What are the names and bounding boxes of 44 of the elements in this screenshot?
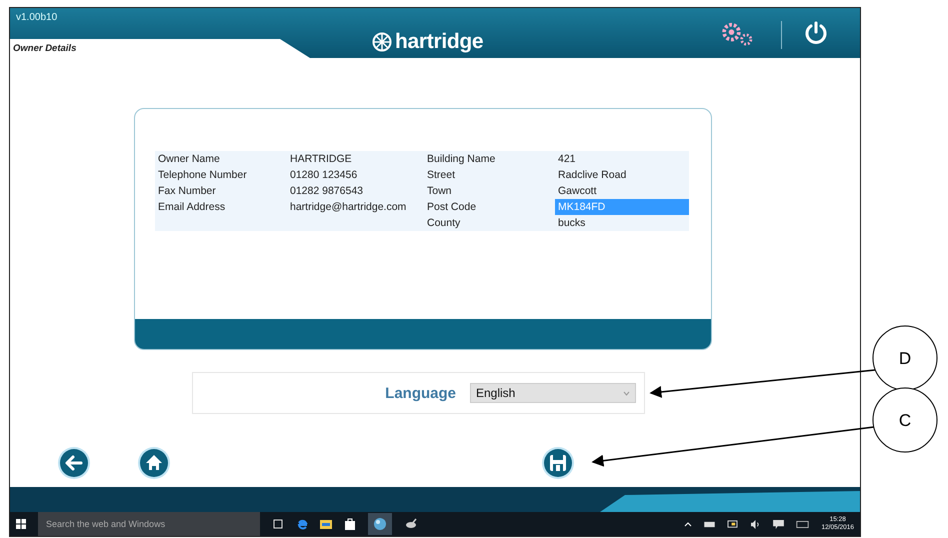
language-dropdown[interactable]: English bbox=[470, 383, 636, 403]
power-icon[interactable] bbox=[804, 21, 828, 45]
windows-start-icon[interactable] bbox=[16, 519, 26, 529]
field-label: Fax Number bbox=[157, 184, 217, 199]
callout-marker: C bbox=[872, 388, 938, 452]
page-title: Owner Details bbox=[13, 43, 76, 54]
field-label: Owner Name bbox=[157, 152, 221, 167]
version-label: v1.00b10 bbox=[16, 12, 58, 23]
field-value[interactable]: Gawcott bbox=[555, 183, 689, 199]
back-button[interactable] bbox=[57, 446, 91, 480]
field-label: Building Name bbox=[426, 152, 496, 167]
field-label: Town bbox=[426, 184, 453, 199]
field-label: Telephone Number bbox=[157, 168, 248, 183]
chevron-icon bbox=[623, 390, 630, 396]
field-label: Street bbox=[426, 168, 456, 183]
browser-icon[interactable] bbox=[296, 518, 308, 530]
language-label: Language bbox=[385, 384, 456, 402]
home-button[interactable] bbox=[137, 446, 171, 480]
keyboard-icon[interactable] bbox=[796, 520, 810, 528]
field-value[interactable]: 01282 9876543 bbox=[287, 183, 424, 199]
field-label: County bbox=[426, 216, 462, 231]
speaker-icon[interactable] bbox=[750, 520, 762, 528]
message-icon[interactable] bbox=[773, 520, 784, 528]
globe-icon[interactable] bbox=[368, 513, 392, 535]
shopping-bag-icon[interactable] bbox=[344, 518, 356, 530]
satellite-icon[interactable] bbox=[404, 517, 418, 531]
save-button[interactable] bbox=[541, 446, 575, 480]
field-value[interactable]: 421 bbox=[555, 151, 689, 167]
folder-icon[interactable] bbox=[320, 519, 332, 529]
field-value[interactable]: 01280 123456 bbox=[287, 167, 424, 183]
field-value[interactable]: HARTRIDGE bbox=[287, 151, 424, 167]
taskbar-search-field[interactable]: Search the web and Windows bbox=[38, 512, 260, 536]
field-value[interactable]: bucks bbox=[555, 215, 689, 231]
callout-marker: D bbox=[872, 326, 938, 390]
field-label: Email Address bbox=[157, 200, 226, 215]
monitor-icon[interactable] bbox=[727, 520, 738, 528]
brand-logo: hartridge bbox=[395, 30, 484, 54]
wheel-logo-icon bbox=[372, 32, 392, 52]
network-icon[interactable] bbox=[704, 520, 716, 528]
task-view-icon[interactable] bbox=[272, 519, 284, 529]
field-value[interactable]: hartridge@hartridge.com bbox=[287, 199, 424, 215]
chevron-up-icon[interactable] bbox=[684, 522, 692, 526]
field-label: Post Code bbox=[426, 200, 478, 215]
field-value[interactable]: Radclive Road bbox=[555, 167, 689, 183]
